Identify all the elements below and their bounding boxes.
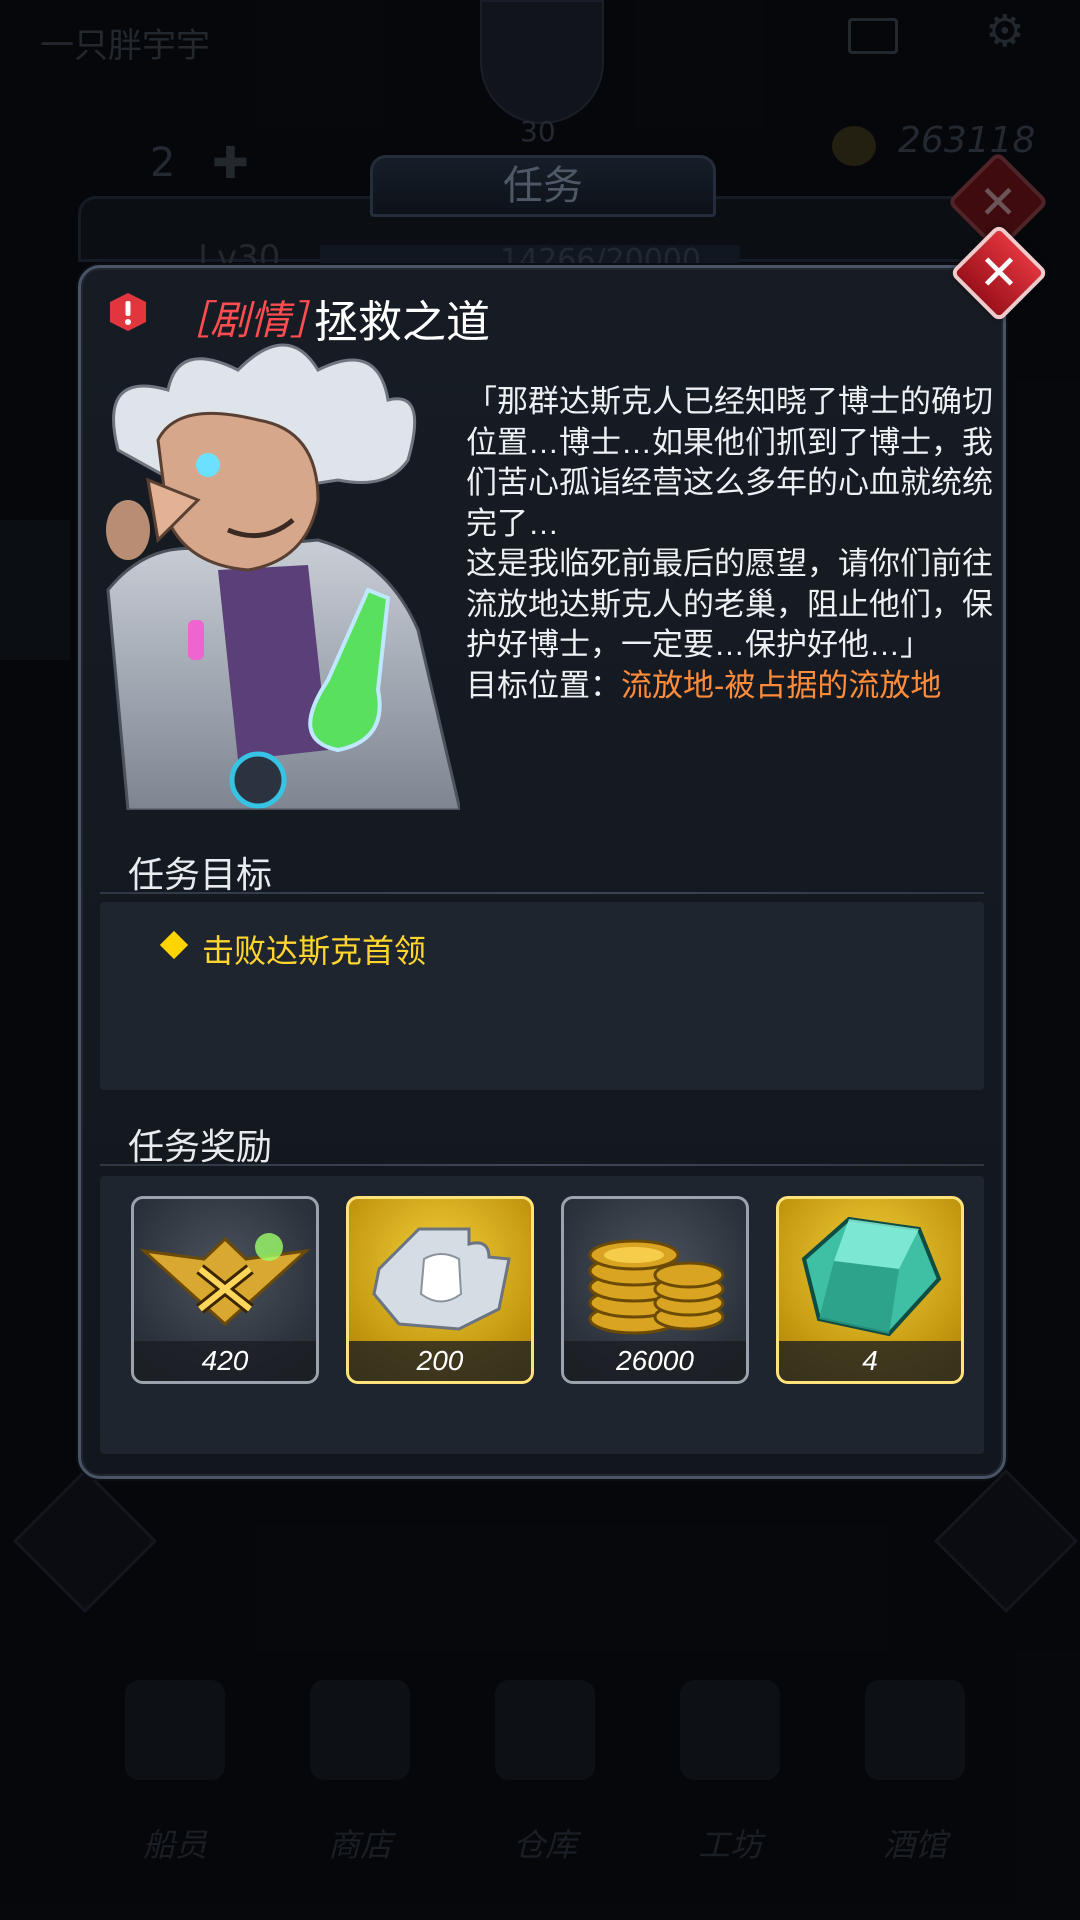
rank-badge-icon [139,1233,311,1327]
close-icon: ✕ [978,245,1020,301]
close-icon: ✕ [978,175,1018,229]
section-divider [100,892,984,894]
crystal-gem-icon [801,1216,942,1337]
gear-icon[interactable]: ⚙ [985,10,1024,54]
nav-label: 工坊 [697,1826,762,1864]
reward-item-armor-fragment[interactable]: 200 [346,1196,534,1384]
reward-item-rank-badge[interactable]: 420 [131,1196,319,1384]
scientist-portrait [106,343,460,810]
nav-workshop[interactable]: 工坊 [655,1680,805,1866]
player-avatar[interactable] [480,0,604,124]
nav-label: 仓库 [512,1826,577,1864]
tavern-icon [865,1680,965,1780]
side-decoration [0,520,70,660]
reward-count: 420 [134,1341,316,1381]
quest-description: 「那群达斯克人已经知晓了博士的确切位置…博士…如果他们抓到了博士，我们苦心孤诣经… [466,384,993,662]
gold-coins-icon [588,1239,725,1335]
nav-warehouse[interactable]: 仓库 [470,1680,620,1866]
nav-tavern[interactable]: 酒馆 [840,1680,990,1866]
quest-description-block: 「那群达斯克人已经知晓了博士的确切位置…博士…如果他们抓到了博士，我们苦心孤诣经… [466,382,996,706]
armor-fragment-icon [372,1227,511,1331]
rewards-title: 任务奖励 [128,1126,273,1167]
location-value[interactable]: 流放地-被占据的流放地 [621,668,941,703]
reward-item-crystal-gem[interactable]: 4 [776,1196,964,1384]
objective-item: 击败达斯克首领 [202,933,427,969]
shop-icon [310,1680,410,1780]
coin-balance: 263118 [898,120,1036,161]
task-panel-tab: 任务 [370,155,716,217]
nav-label: 酒馆 [882,1826,947,1864]
bottom-nav: 船员 商店 仓库 工坊 酒馆 [0,1680,1080,1920]
crew-icon [125,1680,225,1780]
objectives-title: 任务目标 [128,854,273,895]
nav-crew[interactable]: 船员 [100,1680,250,1866]
workshop-icon [680,1680,780,1780]
player-name: 一只胖宇宇 [40,27,210,65]
reward-count: 200 [349,1341,531,1381]
location-label: 目标位置： [466,667,621,703]
nav-label: 船员 [142,1826,207,1864]
reward-count: 26000 [564,1341,746,1381]
side-menu-left-button[interactable] [12,1468,158,1614]
warehouse-icon [495,1680,595,1780]
nav-label: 商店 [327,1826,392,1864]
reward-count: 4 [779,1341,961,1381]
resource-count: 2 [150,140,176,186]
section-divider [100,1164,984,1166]
mail-icon[interactable] [848,18,898,54]
reward-item-gold-coins[interactable]: 26000 [561,1196,749,1384]
nav-shop[interactable]: 商店 [285,1680,435,1866]
player-level: 30 [520,115,556,148]
side-menu-right-button[interactable] [933,1468,1079,1614]
alert-icon [110,293,146,331]
plus-icon[interactable]: ✚ [212,138,249,189]
coin-icon [832,126,876,166]
